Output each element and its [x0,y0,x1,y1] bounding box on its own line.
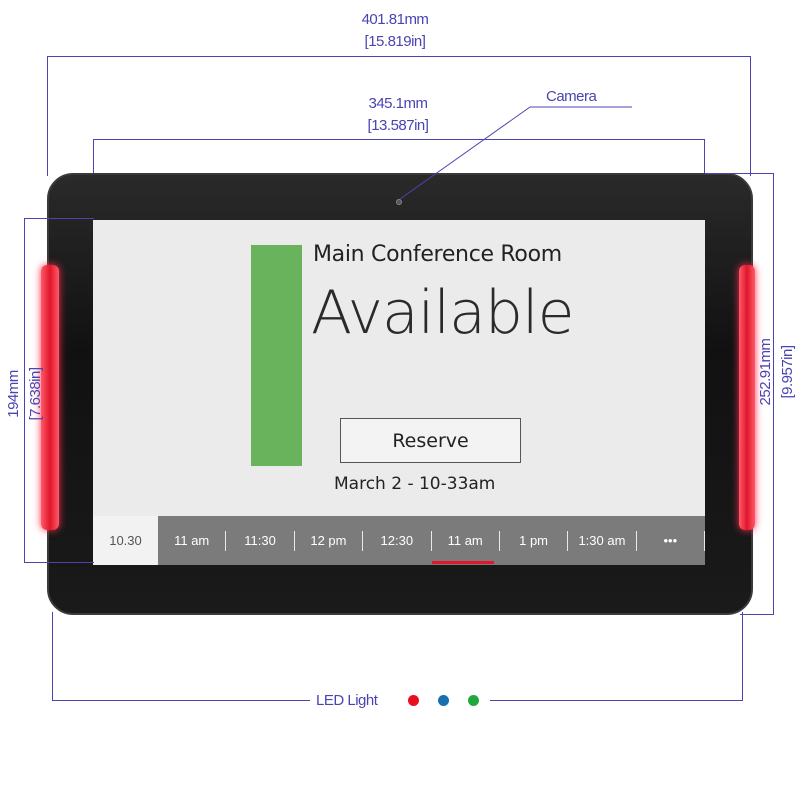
screen-height-label: 194mm [7.638in] [3,319,47,469]
green-led-dot [468,695,479,706]
time-slot[interactable]: 1 pm [500,530,569,551]
outer-height-in: [9.957in] [779,345,796,399]
dim-tick [705,173,774,174]
room-status: Available [311,278,575,348]
led-light-label: LED Light [316,692,378,709]
outer-height-label: 252.91mm [9.957in] [755,297,799,447]
dim-tick [740,614,774,615]
dim-tick [742,612,743,701]
room-booking-screen: Main Conference Room Available Reserve M… [93,220,705,565]
screen-height-in: [7.638in] [27,367,44,421]
time-slot[interactable]: 11:30 [226,530,295,551]
time-slots: 11 am 11:30 12 pm 12:30 11 am 1 pm 1:30 … [158,516,705,565]
date-time: March 2 - 10-33am [334,474,496,494]
camera-label: Camera [546,88,597,105]
red-led-dot [408,695,419,706]
led-line-right [490,700,742,701]
time-slot[interactable]: 12 pm [295,530,364,551]
dim-tick [24,562,94,563]
room-name: Main Conference Room [313,242,562,267]
time-slot[interactable]: 1:30 am [568,530,637,551]
timeline-bar: 10.30 11 am 11:30 12 pm 12:30 11 am 1 pm… [93,516,705,565]
screen-height-mm: 194mm [5,370,22,418]
time-slot[interactable]: 11 am [432,530,500,551]
more-icon[interactable]: ••• [637,530,705,551]
outer-height-mm: 252.91mm [757,338,774,406]
status-indicator [251,245,302,466]
led-line-left [52,700,310,701]
current-time: 10.30 [93,516,158,565]
blue-led-dot [438,695,449,706]
selected-slot-indicator [432,561,494,564]
dim-tick [52,612,53,701]
time-slot[interactable]: 11 am [158,530,227,551]
time-slot-selected[interactable]: 12:30 [363,530,432,551]
dim-tick [24,218,94,219]
reserve-button[interactable]: Reserve [340,418,521,463]
